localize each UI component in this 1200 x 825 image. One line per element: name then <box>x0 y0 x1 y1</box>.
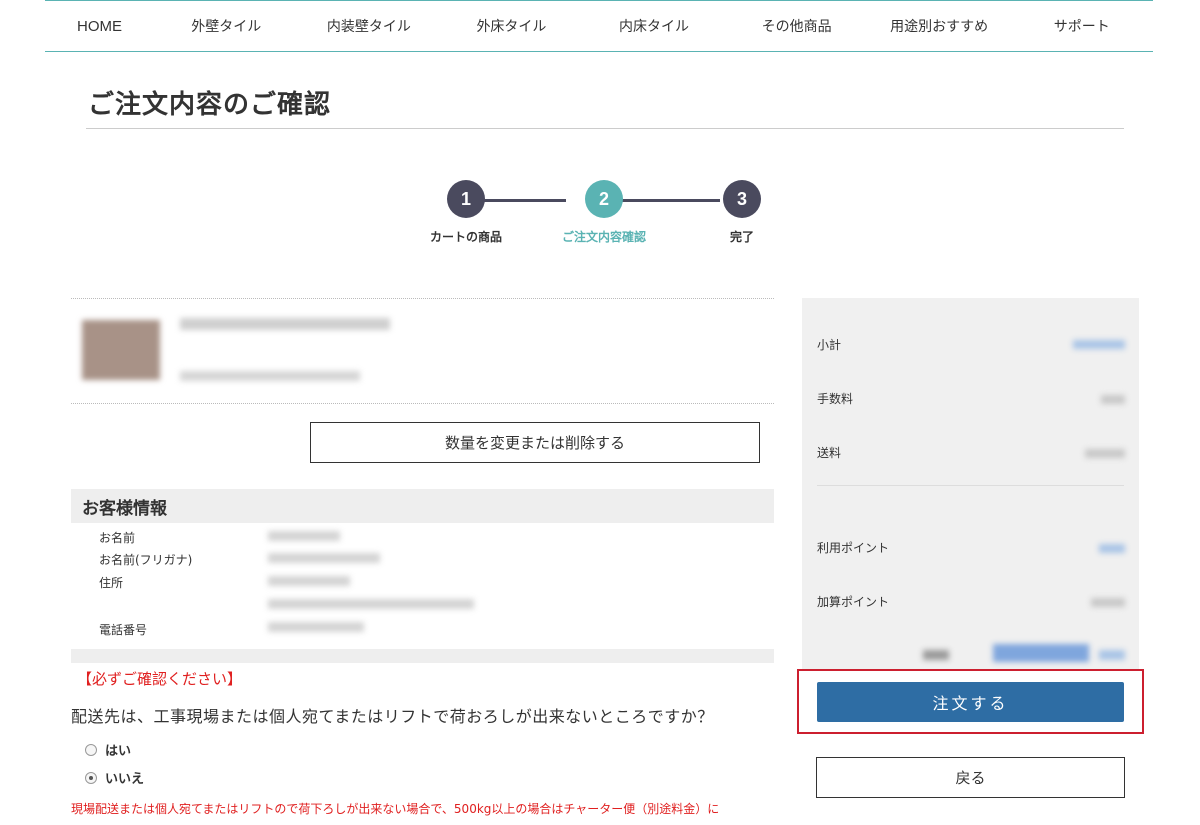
change-quantity-button[interactable]: 数量を変更または削除する <box>310 422 760 463</box>
step-3-circle: 3 <box>723 180 761 218</box>
main-nav: HOME 外壁タイル 内装壁タイル 外床タイル 内床タイル その他商品 用途別お… <box>45 0 1153 52</box>
checkout-steps: 1 2 3 カートの商品 ご注文内容確認 完了 <box>420 180 780 250</box>
option-yes[interactable]: はい <box>85 740 131 759</box>
use-points-label: 利用ポイント <box>817 541 890 555</box>
add-points-label: 加算ポイント <box>817 595 890 609</box>
nav-other-products[interactable]: その他商品 <box>725 16 868 36</box>
nav-exterior-wall-tile[interactable]: 外壁タイル <box>155 16 298 36</box>
fee-label: 手数料 <box>817 392 854 406</box>
order-summary: 小計 手数料 送料 利用ポイント 加算ポイント <box>802 298 1139 670</box>
title-divider <box>86 128 1124 129</box>
nav-interior-wall-tile[interactable]: 内装壁タイル <box>298 16 441 36</box>
name-label: お名前 <box>99 531 136 545</box>
product-name-redacted <box>180 318 390 330</box>
kana-label: お名前(フリガナ) <box>99 553 193 567</box>
radio-no[interactable] <box>85 771 97 784</box>
name-value-redacted <box>268 531 340 541</box>
step-1-label: カートの商品 <box>429 230 503 244</box>
phone-value-redacted <box>268 622 364 632</box>
option-no-label: いいえ <box>105 772 145 787</box>
kana-value-redacted <box>268 553 380 563</box>
address-label: 住所 <box>99 576 124 590</box>
total-label-redacted <box>923 650 949 660</box>
phone-label: 電話番号 <box>99 623 148 637</box>
address-value-redacted <box>268 599 474 609</box>
product-price-redacted <box>180 371 360 381</box>
summary-divider <box>817 485 1124 486</box>
step-2-circle: 2 <box>585 180 623 218</box>
nav-exterior-floor-tile[interactable]: 外床タイル <box>440 16 583 36</box>
option-no[interactable]: いいえ <box>85 768 144 787</box>
total-value-redacted <box>993 644 1089 662</box>
product-thumbnail <box>82 320 160 380</box>
subtotal-value-redacted <box>1073 340 1125 349</box>
postal-code-redacted <box>268 576 350 586</box>
add-points-value-redacted <box>1091 598 1125 607</box>
step-3-label: 完了 <box>729 230 755 244</box>
use-points-value-redacted <box>1099 544 1125 553</box>
nav-recommended-by-use[interactable]: 用途別おすすめ <box>868 16 1011 36</box>
subtotal-label: 小計 <box>817 338 842 352</box>
cart-divider-bottom <box>71 403 774 404</box>
charter-footnote: 現場配送または個人宛てまたはリフトので荷下ろしが出来ない場合で、500kg以上の… <box>71 802 720 816</box>
back-button[interactable]: 戻る <box>816 757 1125 798</box>
place-order-button[interactable]: 注文する <box>817 682 1124 722</box>
shipping-label: 送料 <box>817 446 842 460</box>
nav-home[interactable]: HOME <box>45 18 155 35</box>
customer-info-footer <box>71 649 774 663</box>
delivery-question: 配送先は、工事現場または個人宛てまたはリフトで荷おろしが出来ないところですか？ <box>71 707 714 726</box>
step-2-label: ご注文内容確認 <box>561 230 647 244</box>
page-title: ご注文内容のご確認 <box>88 90 332 120</box>
fee-value-redacted <box>1101 395 1125 404</box>
cart-divider-top <box>71 298 774 299</box>
option-yes-label: はい <box>105 744 132 759</box>
radio-yes[interactable] <box>85 743 97 756</box>
customer-info-heading: お客様情報 <box>71 489 774 523</box>
shipping-value-redacted <box>1085 449 1125 458</box>
step-1-circle: 1 <box>447 180 485 218</box>
nav-interior-floor-tile[interactable]: 内床タイル <box>583 16 726 36</box>
notice-title: 【必ずご確認ください】 <box>77 670 243 688</box>
nav-support[interactable]: サポート <box>1010 16 1153 36</box>
tax-note-redacted <box>1099 650 1125 660</box>
